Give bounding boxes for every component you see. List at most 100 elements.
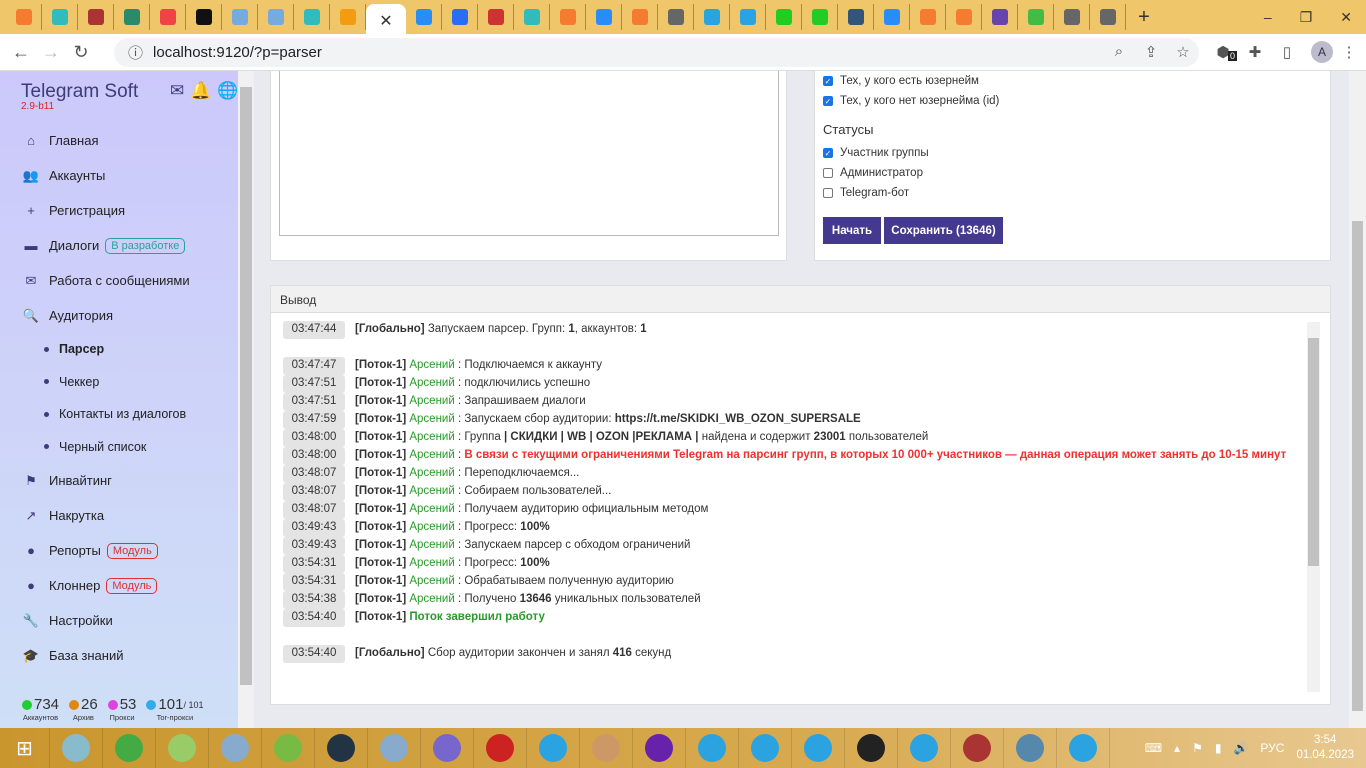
sidebar-subitem[interactable]: Чеккер <box>0 366 238 399</box>
taskbar-app[interactable] <box>633 728 686 768</box>
extensions-puzzle-icon[interactable]: ✚ <box>1239 43 1271 61</box>
sidebar-item-cloner[interactable]: ● Клоннер Модуль <box>0 568 238 603</box>
browser-tab[interactable] <box>114 4 150 30</box>
taskbar-app[interactable] <box>262 728 315 768</box>
sidebar-item-settings[interactable]: 🔧 Настройки <box>0 603 238 638</box>
taskbar-app[interactable] <box>368 728 421 768</box>
zoom-icon[interactable]: ⌕ <box>1103 43 1135 61</box>
browser-tab[interactable] <box>406 4 442 30</box>
taskbar-app[interactable] <box>686 728 739 768</box>
minimize-window-button[interactable]: – <box>1264 9 1272 26</box>
stat-item[interactable]: 734 Аккаунтов <box>22 696 59 722</box>
bell-icon[interactable]: 🔔 <box>190 81 211 101</box>
close-window-button[interactable]: ✕ <box>1340 9 1352 26</box>
browser-tab[interactable] <box>838 4 874 30</box>
browser-tab[interactable] <box>514 4 550 30</box>
volume-icon[interactable]: 🔊 <box>1233 741 1248 755</box>
groups-textarea[interactable] <box>279 71 779 236</box>
sidebar-item-boost[interactable]: ↗ Накрутка <box>0 498 238 533</box>
sidebar-item-audience[interactable]: 🔍 Аудитория <box>0 298 238 333</box>
page-scrollbar[interactable] <box>1349 71 1366 728</box>
browser-tab[interactable] <box>330 4 366 30</box>
restore-window-button[interactable]: ❐ <box>1300 9 1313 26</box>
browser-tab[interactable] <box>78 4 114 30</box>
sidebar-item-home[interactable]: ⌂ Главная <box>0 123 238 158</box>
browser-tab[interactable] <box>694 4 730 30</box>
forward-button[interactable]: → <box>36 42 66 63</box>
checkbox-statuses[interactable]: Администратор <box>823 163 929 183</box>
taskbar-app[interactable] <box>739 728 792 768</box>
taskbar-app[interactable] <box>1004 728 1057 768</box>
sidebar-item-registration[interactable]: + Регистрация <box>0 193 238 228</box>
taskbar-app[interactable] <box>156 728 209 768</box>
mail-icon[interactable]: ✉ <box>170 81 184 101</box>
log-scrollbar[interactable] <box>1307 322 1320 692</box>
tab-close-icon[interactable]: ✕ <box>379 11 392 31</box>
sidebar-item-reports[interactable]: ● Репорты Модуль <box>0 533 238 568</box>
battery-icon[interactable]: ▮ <box>1215 741 1222 755</box>
browser-tab[interactable] <box>982 4 1018 30</box>
browser-tab[interactable] <box>622 4 658 30</box>
stat-item[interactable]: 101/ 101 Tor-прокси <box>146 696 203 722</box>
browser-tab[interactable] <box>766 4 802 30</box>
sidebar-subitem[interactable]: Парсер <box>0 333 238 366</box>
bookmark-star-icon[interactable]: ☆ <box>1167 43 1199 61</box>
browser-tab[interactable] <box>442 4 478 30</box>
browser-tab[interactable] <box>1018 4 1054 30</box>
taskbar-app[interactable] <box>580 728 633 768</box>
browser-tab[interactable] <box>586 4 622 30</box>
sidebar-item-accounts[interactable]: 👥 Аккаунты <box>0 158 238 193</box>
sidebar-item-messages[interactable]: ✉ Работа с сообщениями <box>0 263 238 298</box>
globe-icon[interactable]: 🌐 <box>217 81 238 101</box>
sidebar-item-dialogs[interactable]: ▬ Диалоги В разработке <box>0 228 238 263</box>
taskbar-app[interactable] <box>951 728 1004 768</box>
start-button-windows[interactable]: ⊞ <box>0 728 50 768</box>
taskbar-app[interactable] <box>1057 728 1110 768</box>
browser-tab[interactable] <box>294 4 330 30</box>
new-tab-button[interactable]: + <box>1126 4 1162 30</box>
menu-kebab-icon[interactable]: ⋮ <box>1333 43 1365 61</box>
browser-tab[interactable] <box>6 4 42 30</box>
taskbar-app[interactable] <box>474 728 527 768</box>
checkbox-statuses[interactable]: Telegram-бот <box>823 183 929 203</box>
taskbar-app[interactable] <box>845 728 898 768</box>
checkbox-statuses[interactable]: ✓ Участник группы <box>823 143 929 163</box>
browser-tab[interactable] <box>1054 4 1090 30</box>
checkbox[interactable] <box>823 168 833 178</box>
taskbar-app[interactable] <box>421 728 474 768</box>
browser-tab[interactable] <box>258 4 294 30</box>
checkbox[interactable]: ✓ <box>823 76 833 86</box>
browser-tab[interactable] <box>946 4 982 30</box>
stat-item[interactable]: 53 Прокси <box>107 696 136 722</box>
clock[interactable]: 3:54 01.04.2023 <box>1296 733 1354 763</box>
sidebar-item-knowledge[interactable]: 🎓 База знаний <box>0 638 238 673</box>
taskbar-app[interactable] <box>50 728 103 768</box>
taskbar-app[interactable] <box>898 728 951 768</box>
browser-tab[interactable] <box>150 4 186 30</box>
tray-expand-icon[interactable]: ▴ <box>1174 741 1180 755</box>
start-button[interactable]: Начать <box>823 217 881 244</box>
browser-tab[interactable] <box>478 4 514 30</box>
profile-avatar[interactable]: A <box>1311 41 1333 63</box>
browser-tab[interactable] <box>910 4 946 30</box>
reload-button[interactable]: ↻ <box>66 42 96 63</box>
browser-tab[interactable] <box>730 4 766 30</box>
browser-tab[interactable] <box>222 4 258 30</box>
taskbar-app[interactable] <box>103 728 156 768</box>
browser-tab[interactable] <box>1090 4 1126 30</box>
browser-tab[interactable] <box>42 4 78 30</box>
language-indicator[interactable]: РУС <box>1260 741 1284 755</box>
taskbar-app[interactable] <box>792 728 845 768</box>
sidebar-scrollbar[interactable] <box>238 71 254 728</box>
save-button[interactable]: Сохранить (13646) <box>884 217 1003 244</box>
checkbox-checks[interactable]: ✓ Тех, у кого есть юзернейм <box>823 71 999 91</box>
checkbox[interactable]: ✓ <box>823 96 833 106</box>
extension-icon[interactable]: ⬢ 0 <box>1207 43 1239 61</box>
sidepanel-icon[interactable]: ▯ <box>1271 43 1303 61</box>
flag-icon[interactable]: ⚑ <box>1192 741 1203 755</box>
checkbox-checks[interactable]: ✓ Тех, у кого нет юзернейма (id) <box>823 91 999 111</box>
keyboard-icon[interactable]: ⌨ <box>1145 741 1162 755</box>
checkbox[interactable]: ✓ <box>823 148 833 158</box>
checkbox[interactable] <box>823 188 833 198</box>
back-button[interactable]: ← <box>6 42 36 63</box>
